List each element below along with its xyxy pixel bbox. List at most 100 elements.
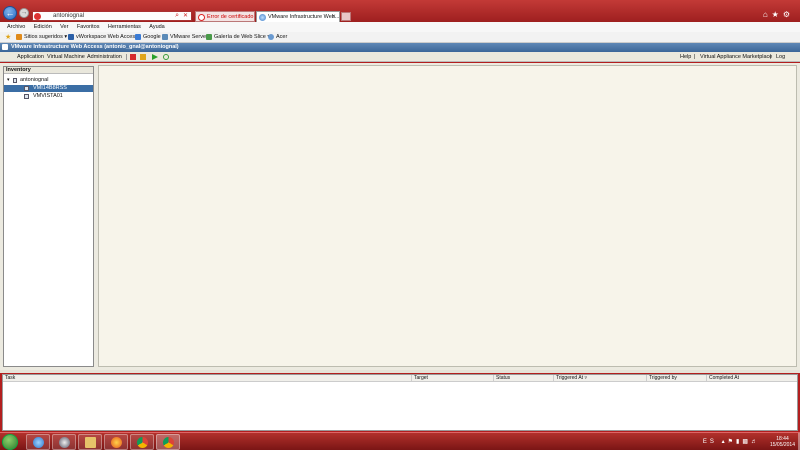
taskbar-vsphere[interactable] [52, 434, 76, 450]
start-button[interactable] [2, 434, 18, 450]
app-title: VMware Infrastructure Web Access (antoni… [11, 44, 179, 50]
taskbar-chrome[interactable] [130, 434, 154, 450]
network-icon[interactable]: ▩ [742, 439, 751, 445]
globe-icon [259, 14, 266, 21]
search-icon[interactable]: ⌕ [175, 12, 179, 20]
fav-web-slice[interactable]: Galería de Web Slice ▾ [206, 33, 270, 42]
tasks-panel: Task Target Status Triggered At ▿ Trigge… [2, 374, 798, 431]
fav-label: Google [143, 34, 161, 40]
menu-virtual-machine[interactable]: Virtual Machine [47, 52, 85, 62]
menu-ver[interactable]: Ver [60, 22, 68, 32]
clock-date: 15/05/2014 [769, 442, 795, 448]
taskbar-ie[interactable] [26, 434, 50, 450]
web-slice-icon [206, 34, 212, 40]
vm-icon [24, 86, 29, 91]
forward-button[interactable]: → [19, 8, 29, 18]
power-off-icon[interactable] [130, 54, 136, 60]
menu-archivo[interactable]: Archivo [7, 22, 25, 32]
lang-indicator[interactable]: ES [703, 439, 717, 445]
chrome-icon [137, 437, 148, 448]
collapse-icon[interactable]: ▾ [7, 77, 10, 84]
vm-icon [24, 94, 29, 99]
tab-vmware[interactable]: VMware Infrastructure Web... ✕ [256, 11, 340, 22]
tab-label: Error de certificado [207, 14, 254, 20]
back-button[interactable]: ← [3, 6, 17, 20]
inventory-panel: Inventory ▾ antoniognal VMI14B8RSS VMVIS… [3, 66, 94, 367]
vmware-icon [162, 34, 168, 40]
toolbar-separator [126, 54, 127, 60]
power-on-icon[interactable] [152, 54, 158, 60]
reset-icon[interactable] [163, 54, 169, 60]
main-content-pane [98, 65, 797, 367]
inventory-title: Inventory [4, 67, 93, 74]
fav-vworkspace[interactable]: vWorkspace Web Access [68, 33, 138, 42]
separator: | [694, 54, 696, 60]
col-triggered-by[interactable]: Triggered by [646, 375, 706, 382]
fav-google[interactable]: Google [135, 33, 161, 42]
flag-icon[interactable]: ⚑ [728, 439, 736, 445]
help-link[interactable]: Help [680, 52, 691, 62]
host-icon [13, 78, 17, 83]
fav-acer[interactable]: Acer [268, 33, 287, 42]
vmware-logo-icon [2, 44, 8, 50]
tree-host[interactable]: ▾ antoniognal [4, 77, 93, 84]
workspace: Inventory ▾ antoniognal VMI14B8RSS VMVIS… [0, 63, 800, 370]
menu-edicion[interactable]: Edición [34, 22, 52, 32]
close-icon[interactable]: ✕ [183, 12, 188, 19]
gear-icon[interactable]: ⚙ [783, 10, 794, 19]
system-tray: ES ▴⚑▮▩♬ [703, 438, 760, 445]
error-icon [198, 14, 205, 21]
col-target[interactable]: Target [411, 375, 493, 382]
address-url: antoniognal [53, 13, 85, 19]
clock[interactable]: 18:44 15/05/2014 [770, 436, 795, 448]
menu-administration[interactable]: Administration [87, 52, 122, 62]
menu-ayuda[interactable]: Ayuda [149, 22, 165, 32]
tree-vm-vmi14b8rss[interactable]: VMI14B8RSS [4, 85, 93, 92]
tab-close-icon[interactable]: ✕ [331, 12, 336, 22]
browser-toolbar-icons: ⌂★⚙ [763, 10, 794, 19]
browser-menubar: Archivo Edición Ver Favoritos Herramient… [0, 22, 800, 32]
vsphere-icon [59, 437, 70, 448]
suggested-sites-icon [16, 34, 22, 40]
browser-titlebar: ← → antoniognal ⌕ ✕ Error de certificado… [0, 0, 800, 22]
folder-icon [85, 437, 96, 448]
vm-label: VMVISTA01 [33, 93, 63, 99]
tab-certificate-error[interactable]: Error de certificado [195, 11, 255, 22]
tab-label: VMware Infrastructure Web... [268, 14, 340, 20]
taskbar-firefox[interactable] [104, 434, 128, 450]
fav-sitios-sugeridos[interactable]: Sitios sugeridos ▾ [16, 33, 67, 42]
windows-taskbar: ES ▴⚑▮▩♬ 18:44 15/05/2014 [0, 432, 800, 450]
suspend-icon[interactable] [140, 54, 146, 60]
home-icon[interactable]: ⌂ [763, 10, 772, 19]
volume-icon[interactable]: ♬ [751, 439, 760, 445]
tasks-header: Task Target Status Triggered At ▿ Trigge… [3, 375, 797, 382]
firefox-icon [111, 437, 122, 448]
fav-label: VMware Server [170, 34, 208, 40]
fav-label: vWorkspace Web Access [76, 34, 138, 40]
panel-splitter[interactable] [0, 370, 800, 373]
address-bar[interactable]: antoniognal ⌕ ✕ [32, 11, 192, 21]
tree-vm-vmvista01[interactable]: VMVISTA01 [4, 93, 93, 100]
menu-application[interactable]: Application [17, 52, 44, 62]
fav-label: Acer [276, 34, 288, 40]
star-icon[interactable]: ★ [772, 10, 783, 19]
col-completed-at[interactable]: Completed At [706, 375, 797, 382]
marketplace-link[interactable]: Virtual Appliance Marketplace [700, 52, 772, 62]
vm-label: VMI14B8RSS [33, 85, 67, 91]
new-tab-button[interactable] [341, 12, 351, 21]
taskbar-chrome-active[interactable] [156, 434, 180, 450]
col-status[interactable]: Status [493, 375, 553, 382]
globe-icon [268, 34, 274, 40]
fav-vmware-server[interactable]: VMware Server [162, 33, 208, 42]
col-triggered-at[interactable]: Triggered At ▿ [553, 375, 646, 382]
log-link[interactable]: Log [776, 52, 785, 62]
menu-favoritos[interactable]: Favoritos [77, 22, 100, 32]
menu-herramientas[interactable]: Herramientas [108, 22, 141, 32]
taskbar-explorer[interactable] [78, 434, 102, 450]
col-task[interactable]: Task [3, 375, 411, 382]
site-favicon [34, 13, 41, 20]
favorites-star-icon[interactable]: ★ [5, 33, 11, 41]
ie-icon [33, 437, 44, 448]
separator: | [770, 54, 772, 60]
app-menubar: Application Virtual Machine Administrati… [0, 52, 800, 62]
